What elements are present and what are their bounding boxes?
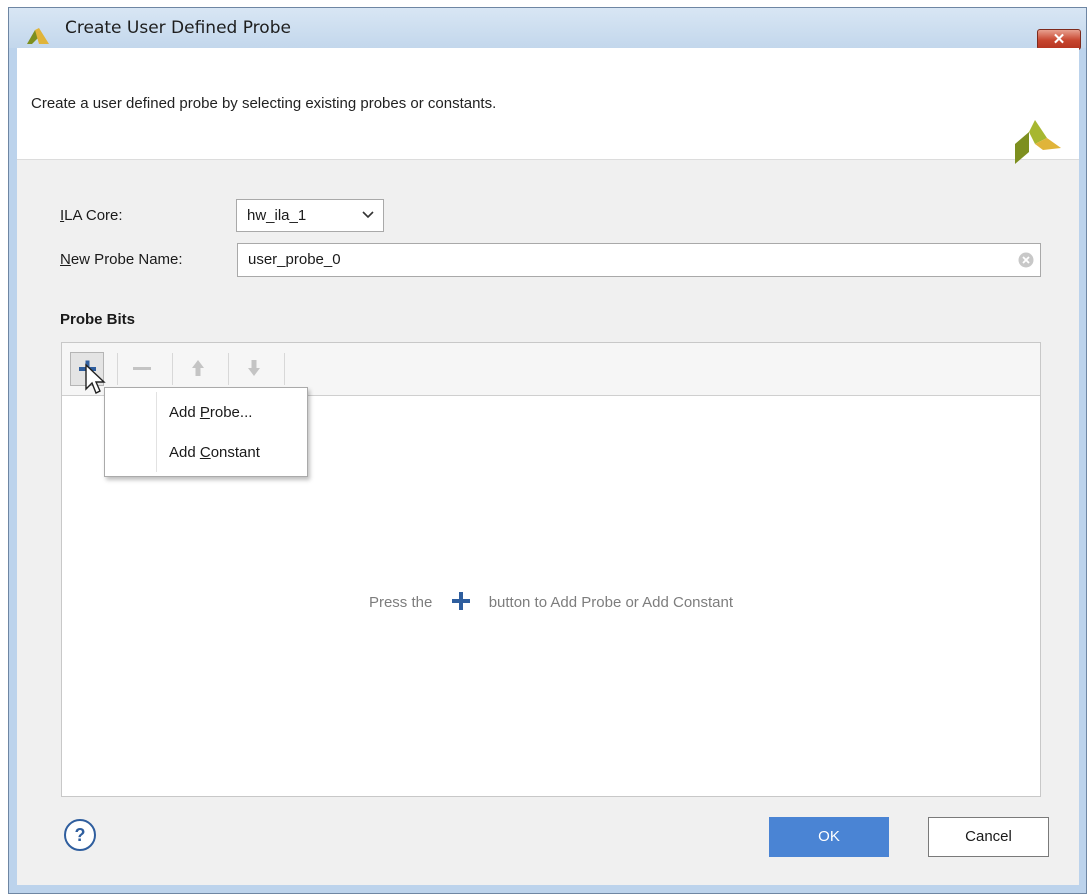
hint-before: Press the <box>368 593 433 611</box>
ila-core-label: ILA Core: <box>60 207 123 224</box>
cancel-button[interactable]: Cancel <box>928 817 1049 857</box>
arrow-up-icon <box>192 360 204 376</box>
hint-after: button to Add Probe or Add Constant <box>488 593 734 611</box>
toolbar-separator <box>228 353 229 385</box>
ila-core-value: hw_ila_1 <box>247 207 307 224</box>
close-button[interactable]: ✕ <box>1037 29 1081 50</box>
header-description: Create a user defined probe by selecting… <box>31 95 497 112</box>
xilinx-logo-icon <box>1013 116 1063 170</box>
help-button[interactable]: ? <box>63 818 97 856</box>
toolbar-separator <box>117 353 118 385</box>
remove-button[interactable] <box>126 352 160 386</box>
probe-name-input[interactable]: user_probe_0 <box>237 243 1041 277</box>
move-up-button[interactable] <box>182 352 216 386</box>
empty-hint: Press the button to Add Probe or Add Con… <box>62 591 1040 615</box>
arrow-down-icon <box>248 360 260 376</box>
chevron-down-icon <box>361 208 375 226</box>
probe-bits-title: Probe Bits <box>60 311 136 328</box>
menu-item-add-constant[interactable]: Add Constant <box>169 444 260 461</box>
toolbar-separator <box>284 353 285 385</box>
xilinx-logo-icon <box>27 28 49 48</box>
minus-icon <box>133 367 151 370</box>
svg-text:?: ? <box>75 825 86 845</box>
add-menu: Add Probe... Add Constant <box>104 387 308 477</box>
probe-name-value: user_probe_0 <box>248 251 341 268</box>
toolbar-separator <box>172 353 173 385</box>
move-down-button[interactable] <box>238 352 272 386</box>
menu-item-add-probe[interactable]: Add Probe... <box>169 404 252 421</box>
title-bar[interactable]: Create User Defined Probe ✕ <box>9 8 1086 50</box>
window-title: Create User Defined Probe <box>65 18 291 38</box>
dialog-header: Create a user defined probe by selecting… <box>17 48 1079 164</box>
plus-icon <box>451 591 471 615</box>
ila-core-select[interactable]: hw_ila_1 <box>236 199 384 232</box>
mouse-cursor-icon <box>84 363 106 399</box>
menu-gutter <box>156 392 157 472</box>
clear-icon[interactable] <box>1018 252 1034 272</box>
help-icon: ? <box>64 819 96 851</box>
ok-button[interactable]: OK <box>769 817 889 857</box>
probe-name-label: New Probe Name: <box>60 251 183 268</box>
